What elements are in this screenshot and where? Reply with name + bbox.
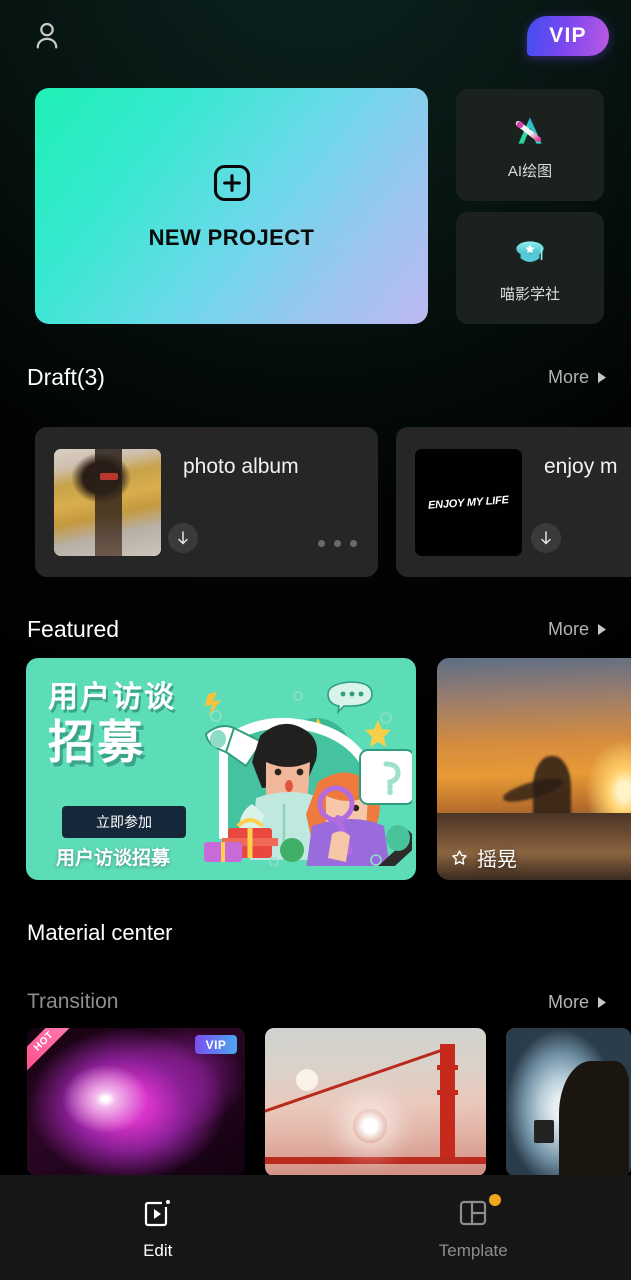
featured-card-shake[interactable]: 摇晃: [437, 658, 631, 880]
list-item[interactable]: [265, 1028, 486, 1176]
featured-title: Featured: [27, 615, 120, 642]
featured-card-interview[interactable]: 用户访谈 招募 立即参加 用户访谈招募: [26, 658, 416, 880]
vip-badge[interactable]: VIP: [527, 16, 609, 56]
featured-list: 用户访谈 招募 立即参加 用户访谈招募 摇晃: [0, 658, 631, 880]
draft-name: enjoy m: [544, 455, 618, 478]
chevron-right-icon: [597, 623, 607, 636]
graduation-cap-icon: [509, 233, 551, 275]
hero-row: NEW PROJECT AI绘图 喵影学社: [0, 88, 631, 328]
chevron-right-icon: [597, 996, 607, 1009]
golden-gate-bridge-thumb: [265, 1028, 486, 1176]
list-item[interactable]: [506, 1028, 631, 1176]
tile-ai-draw-label: AI绘图: [507, 162, 553, 180]
status-badge: VIP: [195, 1035, 237, 1054]
transition-list: HOT VIP: [0, 1028, 631, 1176]
list-item[interactable]: HOT VIP: [27, 1028, 245, 1176]
template-grid-icon: [455, 1195, 491, 1231]
nav-item-template-label: Template: [438, 1240, 508, 1260]
featured-more-button[interactable]: More: [548, 619, 607, 640]
draft-name: photo album: [183, 455, 299, 478]
new-project-label: NEW PROJECT: [148, 225, 315, 250]
ai-draw-icon: [509, 110, 551, 152]
tile-academy[interactable]: 喵影学社: [456, 212, 604, 324]
join-now-label: 立即参加: [96, 814, 152, 830]
featured-headline-line2: 招募: [48, 716, 146, 768]
tile-academy-label: 喵影学社: [499, 285, 560, 303]
vip-badge-label: VIP: [549, 24, 587, 47]
nav-item-template[interactable]: Template: [316, 1193, 631, 1261]
vip-chip-label: VIP: [205, 1037, 227, 1052]
interview-illustration: [200, 676, 416, 876]
draft-section-header: Draft(3) More: [0, 360, 631, 394]
draft-list: photo album ENJOY MY LIFE enjoy m: [0, 427, 631, 577]
tile-ai-draw[interactable]: AI绘图: [456, 89, 604, 201]
draft-thumbnail: [54, 449, 161, 556]
app-screen: VIP NEW PROJECT AI绘图 喵影学社 Draft(3) More …: [0, 0, 631, 1280]
download-icon[interactable]: [168, 523, 198, 553]
effect-star-icon: [451, 849, 468, 866]
new-project-button[interactable]: NEW PROJECT: [35, 88, 428, 324]
person-icon[interactable]: [30, 19, 64, 53]
enjoy-my-life-thumb: ENJOY MY LIFE: [415, 449, 522, 556]
featured-section-header: Featured More: [0, 612, 631, 646]
join-now-button[interactable]: 立即参加: [62, 806, 186, 838]
material-center-header: Material center: [0, 916, 631, 950]
transition-more-label: More: [547, 991, 589, 1012]
bottom-nav: Edit Template: [0, 1175, 631, 1280]
transition-title: Transition: [27, 990, 119, 1013]
edit-video-icon: [140, 1195, 176, 1231]
draft-title: Draft(3): [27, 363, 105, 390]
top-bar: VIP: [0, 0, 631, 72]
list-item[interactable]: photo album: [35, 427, 378, 577]
draft-more-label: More: [547, 366, 589, 387]
tunnel-silhouette-thumb: [506, 1028, 631, 1176]
download-icon[interactable]: [531, 523, 561, 553]
list-item[interactable]: ENJOY MY LIFE enjoy m: [396, 427, 631, 577]
thumb-text: ENJOY MY LIFE: [427, 493, 510, 512]
draft-thumbnail: ENJOY MY LIFE: [415, 449, 522, 556]
plus-square-icon: [210, 161, 254, 205]
transition-section-header: Transition More: [0, 985, 631, 1019]
more-dots-icon[interactable]: [318, 540, 357, 547]
draft-more-button[interactable]: More: [548, 367, 607, 388]
transition-more-button[interactable]: More: [548, 992, 607, 1013]
nav-item-edit-label: Edit: [143, 1240, 173, 1260]
notification-dot: [489, 1193, 502, 1206]
material-center-title: Material center: [27, 920, 173, 945]
woman-yellow-sweater-thumb: [54, 449, 161, 556]
featured-more-label: More: [547, 618, 589, 639]
chevron-right-icon: [597, 371, 607, 384]
featured-caption: 用户访谈招募: [56, 848, 171, 869]
nav-item-edit[interactable]: Edit: [0, 1195, 316, 1261]
featured-effect-label: 摇晃: [451, 843, 517, 872]
featured-effect-name: 摇晃: [477, 849, 517, 871]
featured-headline: 用户访谈 招募: [48, 672, 176, 766]
featured-headline-line1: 用户访谈: [48, 681, 176, 714]
